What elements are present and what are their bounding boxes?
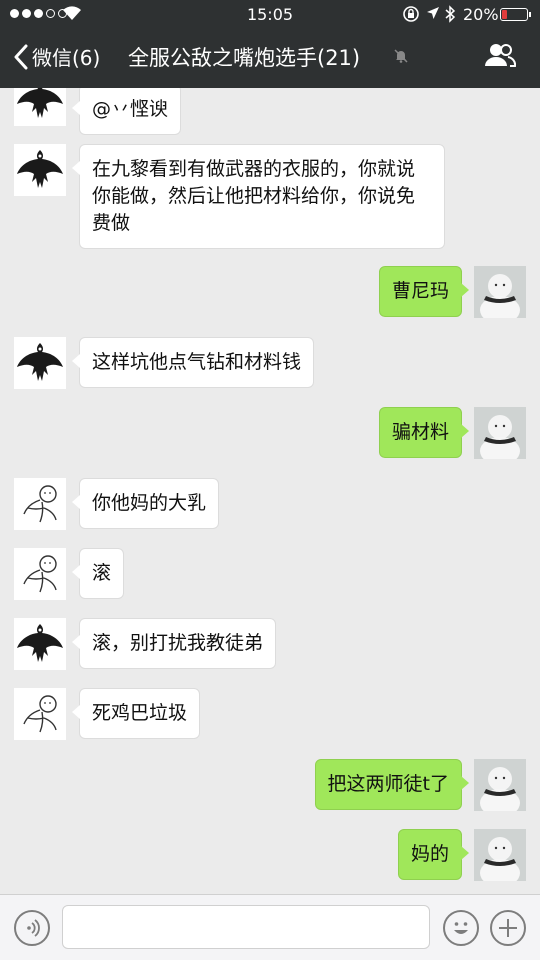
snowman-avatar[interactable] (474, 266, 526, 318)
sketch-figure-avatar[interactable] (14, 688, 66, 740)
status-time: 15:05 (246, 5, 294, 24)
status-bar: 15:05 20% (0, 0, 540, 30)
message-input[interactable] (62, 905, 430, 949)
snowman-avatar[interactable] (474, 829, 526, 881)
message-bubble[interactable]: 妈的 (397, 829, 470, 880)
message-bubble[interactable]: 死鸡巴垃圾 (71, 688, 201, 739)
group-info-button[interactable] (484, 42, 517, 72)
back-button[interactable]: 微信(6) (14, 42, 100, 71)
dark-bird-avatar[interactable] (14, 88, 66, 126)
message-bubble[interactable]: 你他妈的大乳 (71, 478, 220, 529)
message-bubble[interactable]: 滚 (71, 548, 125, 599)
back-label: 微信(6) (32, 46, 101, 70)
emoji-button[interactable] (443, 910, 479, 946)
rotation-lock-icon (403, 6, 419, 22)
top-bar: 15:05 20% 微信(6) 全服公敌之嘴炮选手(21) (0, 0, 540, 88)
more-button[interactable] (490, 910, 526, 946)
mute-bell-icon (394, 49, 408, 63)
smiley-icon (454, 922, 468, 934)
sketch-figure-avatar[interactable] (14, 548, 66, 600)
snowman-avatar[interactable] (474, 407, 526, 459)
message-bubble[interactable]: 滚，别打扰我教徒弟 (71, 618, 277, 669)
message-bubble[interactable]: 在九黎看到有做武器的衣服的，你就说你能做，然后让他把材料给你，你说免费做 (72, 144, 445, 249)
sketch-figure-avatar[interactable] (14, 478, 66, 530)
bluetooth-icon (445, 5, 456, 23)
battery-icon (500, 8, 531, 21)
chat-area[interactable]: @丷悭谀 在九黎看到有做武器的衣服的，你就说你能做，然后让他把材料给你，你说免费… (0, 88, 540, 894)
chat-title: 全服公敌之嘴炮选手(21) (128, 46, 361, 70)
message-bubble[interactable]: @丷悭谀 (71, 88, 182, 135)
voice-icon (27, 919, 40, 937)
message-bubble[interactable]: 曹尼玛 (378, 266, 470, 317)
plus-icon (499, 919, 517, 937)
message-bubble[interactable]: 这样坑他点气钻和材料钱 (71, 337, 315, 388)
dark-bird-avatar[interactable] (14, 144, 66, 196)
location-arrow-icon (427, 7, 439, 19)
dark-bird-avatar[interactable] (14, 618, 66, 670)
battery-percentage: 20% (463, 5, 499, 24)
chevron-left-icon (14, 44, 28, 69)
snowman-avatar[interactable] (474, 759, 526, 811)
message-bubble[interactable]: 把这两师徒t了 (314, 759, 470, 810)
voice-toggle-button[interactable] (14, 910, 50, 946)
nav-bar: 微信(6) 全服公敌之嘴炮选手(21) (0, 30, 540, 88)
message-bubble[interactable]: 骗材料 (378, 407, 470, 458)
group-members-icon (485, 44, 517, 67)
input-bar (0, 894, 540, 960)
dark-bird-avatar[interactable] (14, 337, 66, 389)
